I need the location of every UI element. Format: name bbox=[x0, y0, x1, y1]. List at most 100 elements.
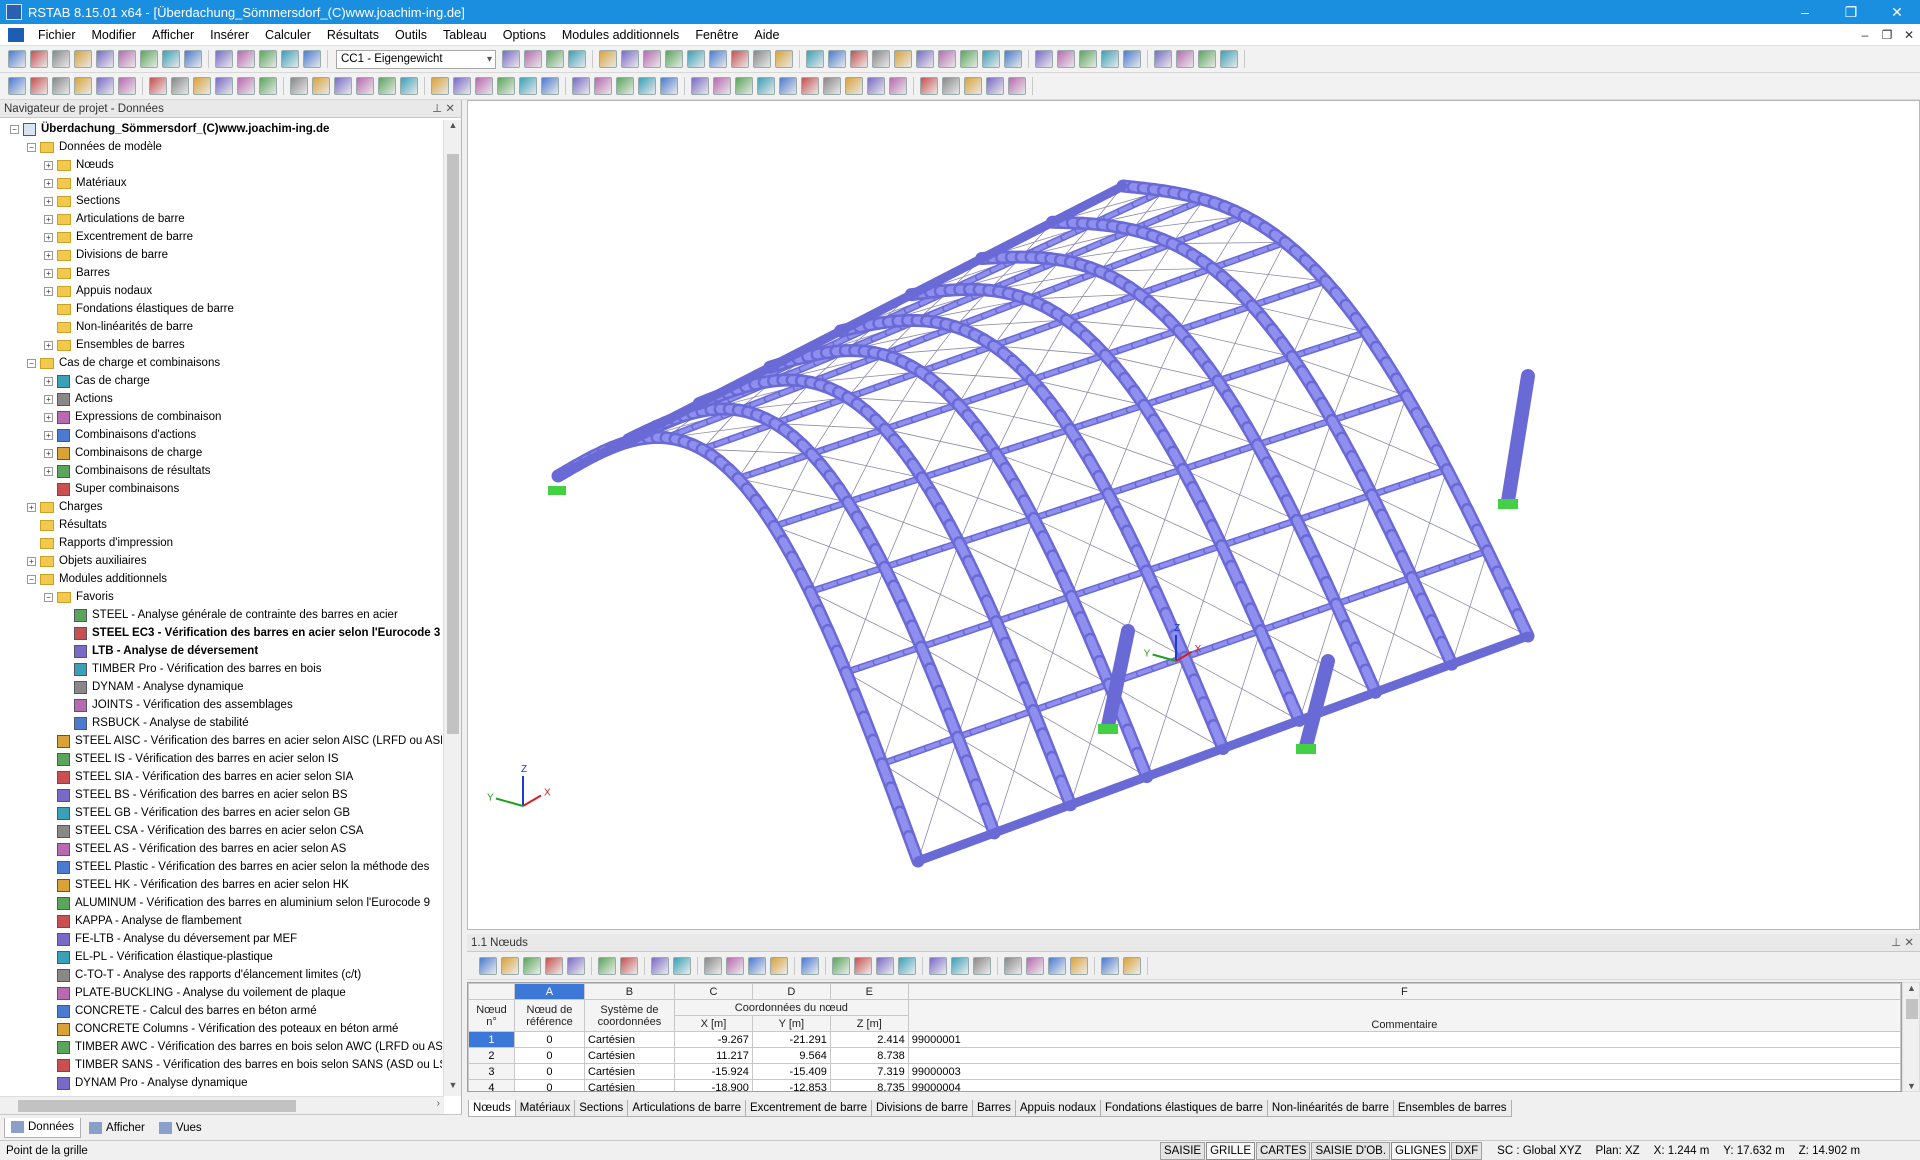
toolbar-tool-icon[interactable] bbox=[660, 77, 678, 95]
toolbar-tool-icon[interactable] bbox=[541, 77, 559, 95]
scroll-up-icon[interactable]: ▲ bbox=[444, 120, 462, 136]
toolbar-tool-icon[interactable] bbox=[775, 50, 793, 68]
table-tool-icon[interactable] bbox=[1123, 956, 1141, 975]
document-menu-icon[interactable] bbox=[8, 27, 24, 42]
status-toggle-glignes[interactable]: GLIGNES bbox=[1391, 1141, 1451, 1160]
table-tool-icon[interactable] bbox=[620, 956, 638, 975]
expand-toggle-icon[interactable]: + bbox=[44, 286, 53, 296]
coord-system-cell[interactable]: Cartésien bbox=[583, 1079, 675, 1091]
table-tool-icon[interactable] bbox=[673, 956, 691, 975]
table-tool-icon[interactable] bbox=[501, 956, 519, 975]
tree-item-articulations-de-barre[interactable]: + Articulations de barre bbox=[0, 210, 442, 228]
toolbar-tool-icon[interactable] bbox=[1057, 50, 1075, 68]
toolbar-tool-icon[interactable] bbox=[140, 50, 158, 68]
toolbar-tool-icon[interactable] bbox=[850, 50, 868, 68]
toolbar-tool-icon[interactable] bbox=[621, 50, 639, 68]
expand-toggle-icon[interactable]: + bbox=[44, 214, 53, 224]
tree-project-root[interactable]: − Überdachung_Sömmersdorf_(C)www.joachim… bbox=[0, 120, 442, 138]
menu-options[interactable]: Options bbox=[495, 24, 554, 46]
tree-item-cas-de-charge-et-combinaisons[interactable]: − Cas de charge et combinaisons bbox=[0, 354, 442, 372]
toolbar-tool-icon[interactable] bbox=[475, 77, 493, 95]
comment-cell[interactable]: 99000001 bbox=[907, 1031, 1901, 1048]
table-tool-icon[interactable] bbox=[1048, 956, 1066, 975]
load-case-combo[interactable]: CC1 - Eigengewicht bbox=[336, 49, 496, 69]
table-tool-icon[interactable] bbox=[973, 956, 991, 975]
tree-item-steel-as-verification-des-barres-en-acie[interactable]: STEEL AS - Vérification des barres en ac… bbox=[0, 840, 442, 858]
comment-cell[interactable]: 99000004 bbox=[907, 1079, 1901, 1091]
toolbar-tool-icon[interactable] bbox=[845, 77, 863, 95]
toolbar-tool-icon[interactable] bbox=[8, 50, 26, 68]
toolbar-tool-icon[interactable] bbox=[709, 50, 727, 68]
col-letter-f[interactable]: F bbox=[907, 983, 1901, 1000]
tree-item-rapports-d-impression[interactable]: Rapports d'impression bbox=[0, 534, 442, 552]
table-tool-icon[interactable] bbox=[801, 956, 819, 975]
toolbar-tool-icon[interactable] bbox=[806, 50, 824, 68]
toolbar-tool-icon[interactable] bbox=[823, 77, 841, 95]
toolbar-tool-icon[interactable] bbox=[259, 77, 277, 95]
toolbar-tool-icon[interactable] bbox=[96, 77, 114, 95]
table-tool-icon[interactable] bbox=[726, 956, 744, 975]
toolbar-tool-icon[interactable] bbox=[568, 50, 586, 68]
table-tab-appuis-nodaux[interactable]: Appuis nodaux bbox=[1014, 1100, 1101, 1117]
tree-item-el-pl-verification-elastique-plastique[interactable]: EL-PL - Vérification élastique-plastique bbox=[0, 948, 442, 966]
tree-item-barres[interactable]: + Barres bbox=[0, 264, 442, 282]
toolbar-tool-icon[interactable] bbox=[497, 77, 515, 95]
expand-toggle-icon[interactable]: + bbox=[44, 394, 53, 404]
collapse-toggle-icon[interactable]: − bbox=[27, 574, 36, 584]
scroll-thumb[interactable] bbox=[447, 154, 459, 734]
mdi-restore-button[interactable]: ❐ bbox=[1876, 28, 1898, 42]
status-toggle-grille[interactable]: GRILLE bbox=[1206, 1141, 1255, 1160]
tree-item-steel-bs-verification-des-barres-en-acie[interactable]: STEEL BS - Vérification des barres en ac… bbox=[0, 786, 442, 804]
table-tool-icon[interactable] bbox=[1101, 956, 1119, 975]
toolbar-tool-icon[interactable] bbox=[96, 50, 114, 68]
mdi-close-button[interactable]: ✕ bbox=[1898, 28, 1920, 42]
menu-calculer[interactable]: Calculer bbox=[257, 24, 319, 46]
toolbar-tool-icon[interactable] bbox=[1123, 50, 1141, 68]
expand-toggle-icon[interactable]: + bbox=[44, 466, 53, 476]
table-tool-icon[interactable] bbox=[854, 956, 872, 975]
ref-node-cell[interactable]: 0 bbox=[513, 1063, 585, 1080]
toolbar-tool-icon[interactable] bbox=[1004, 50, 1022, 68]
toolbar-tool-icon[interactable] bbox=[916, 50, 934, 68]
menu-outils[interactable]: Outils bbox=[387, 24, 435, 46]
expand-toggle-icon[interactable]: + bbox=[44, 250, 53, 260]
toolbar-tool-icon[interactable] bbox=[942, 77, 960, 95]
model-3d-view[interactable]: Z Y X Z Y X bbox=[467, 100, 1920, 930]
navigator-tab-vues[interactable]: Vues bbox=[153, 1118, 208, 1138]
tree-item-modules-additionnels[interactable]: − Modules additionnels bbox=[0, 570, 442, 588]
tree-item-steel-sia-verification-des-barres-en-aci[interactable]: STEEL SIA - Vérification des barres en a… bbox=[0, 768, 442, 786]
toolbar-tool-icon[interactable] bbox=[964, 77, 982, 95]
table-tool-icon[interactable] bbox=[929, 956, 947, 975]
hscroll-thumb[interactable] bbox=[18, 1100, 296, 1112]
toolbar-tool-icon[interactable] bbox=[312, 77, 330, 95]
col-letter-a[interactable]: A bbox=[513, 983, 585, 1000]
x-cell[interactable]: -15.924 bbox=[673, 1063, 753, 1080]
collapse-toggle-icon[interactable]: − bbox=[10, 124, 19, 134]
tree-item-materiaux[interactable]: + Matériaux bbox=[0, 174, 442, 192]
toolbar-tool-icon[interactable] bbox=[334, 77, 352, 95]
table-tab-sections[interactable]: Sections bbox=[574, 1100, 629, 1117]
table-tab-articulations-de-barre[interactable]: Articulations de barre bbox=[627, 1100, 746, 1117]
menu-tableau[interactable]: Tableau bbox=[435, 24, 495, 46]
expand-toggle-icon[interactable]: + bbox=[44, 448, 53, 458]
expand-toggle-icon[interactable]: + bbox=[44, 412, 53, 422]
menu-modifier[interactable]: Modifier bbox=[84, 24, 144, 46]
tree-item-dynam-pro-analyse-dynamique[interactable]: DYNAM Pro - Analyse dynamique bbox=[0, 1074, 442, 1092]
toolbar-tool-icon[interactable] bbox=[453, 77, 471, 95]
tree-item-steel-hk-verification-des-barres-en-acie[interactable]: STEEL HK - Vérification des barres en ac… bbox=[0, 876, 442, 894]
toolbar-tool-icon[interactable] bbox=[502, 50, 520, 68]
toolbar-tool-icon[interactable] bbox=[259, 50, 277, 68]
table-scroll-down-icon[interactable]: ▼ bbox=[1907, 1081, 1916, 1091]
table-tool-icon[interactable] bbox=[479, 956, 497, 975]
toolbar-tool-icon[interactable] bbox=[30, 77, 48, 95]
table-tool-icon[interactable] bbox=[1004, 956, 1022, 975]
minimize-button[interactable]: – bbox=[1782, 0, 1828, 24]
tree-item-timber-sans-verification-des-barres-en-b[interactable]: TIMBER SANS - Vérification des barres en… bbox=[0, 1056, 442, 1074]
toolbar-tool-icon[interactable] bbox=[757, 77, 775, 95]
table-tab-ensembles-de-barres[interactable]: Ensembles de barres bbox=[1392, 1100, 1512, 1117]
toolbar-tool-icon[interactable] bbox=[400, 77, 418, 95]
ref-node-cell[interactable]: 0 bbox=[513, 1031, 585, 1048]
toolbar-tool-icon[interactable] bbox=[691, 77, 709, 95]
y-cell[interactable]: -21.291 bbox=[751, 1031, 831, 1048]
table-tab-divisions-de-barre[interactable]: Divisions de barre bbox=[870, 1100, 974, 1117]
